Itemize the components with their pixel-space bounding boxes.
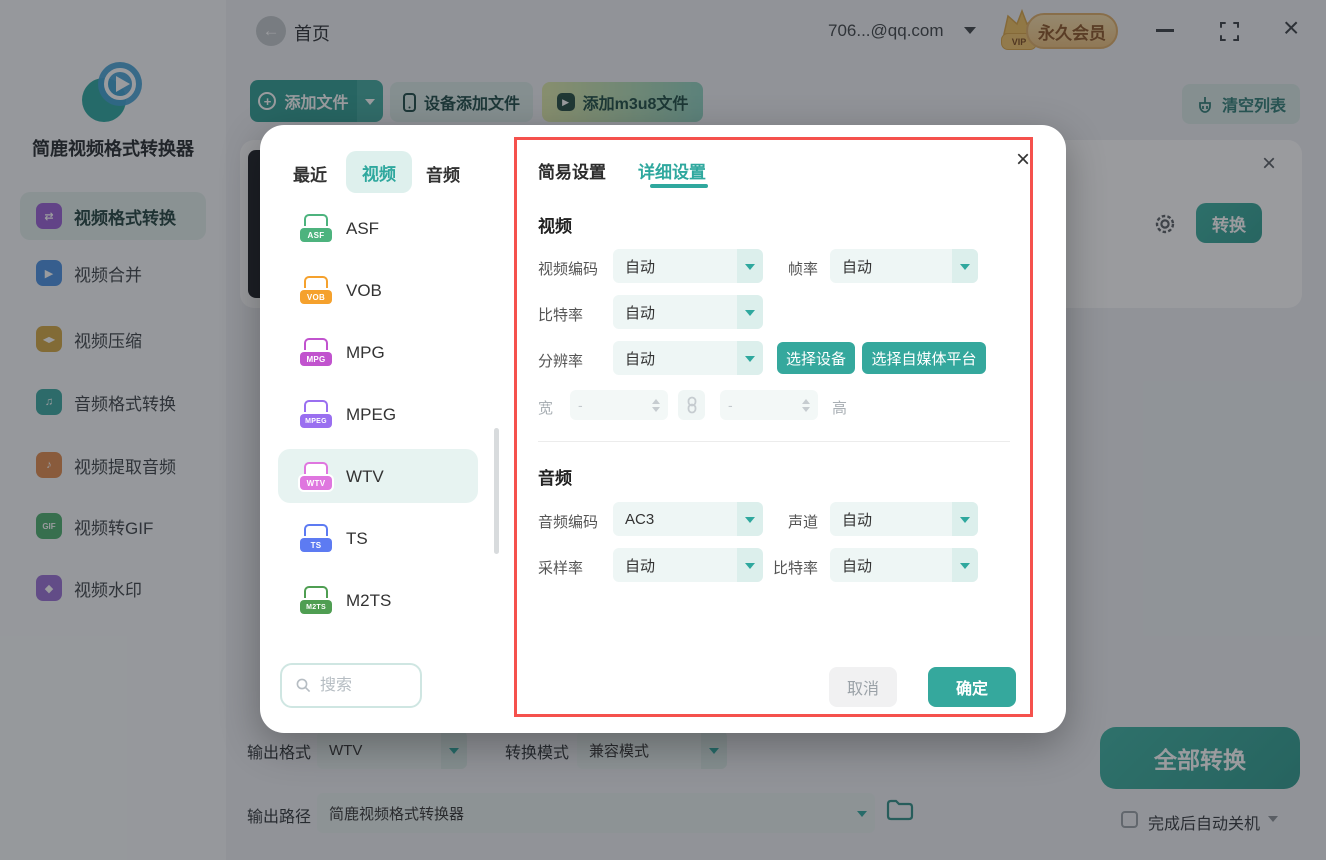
audio-bitrate-value: 自动 bbox=[842, 557, 873, 575]
cancel-button[interactable]: 取消 bbox=[829, 667, 897, 707]
wtv-format-icon: WTV bbox=[300, 462, 332, 490]
chevron-down-icon bbox=[952, 548, 978, 582]
search-input[interactable] bbox=[318, 675, 412, 696]
select-device-button[interactable]: 选择设备 bbox=[777, 342, 855, 374]
audio-encode-value: AC3 bbox=[625, 510, 655, 528]
height-stepper[interactable] bbox=[802, 395, 810, 416]
video-bitrate-label: 比特率 bbox=[538, 307, 584, 324]
format-row-mpeg[interactable]: MPEG bbox=[346, 405, 396, 425]
tab-video-label: 视频 bbox=[362, 164, 396, 184]
channel-label: 声道 bbox=[787, 514, 818, 531]
format-row-mpg[interactable]: MPG bbox=[346, 343, 385, 363]
mpg-format-icon: MPG bbox=[300, 338, 332, 366]
resolution-value: 自动 bbox=[625, 350, 656, 368]
m2ts-format-icon: M2TS bbox=[300, 586, 332, 614]
width-value: - bbox=[578, 397, 583, 413]
fps-value: 自动 bbox=[842, 258, 873, 276]
video-section-title: 视频 bbox=[538, 217, 572, 236]
resolution-label: 分辨率 bbox=[538, 353, 584, 370]
tab-detail-settings[interactable]: 详细设置 bbox=[638, 158, 706, 183]
vob-format-icon: VOB bbox=[300, 276, 332, 304]
audio-section-title: 音频 bbox=[538, 469, 572, 488]
sample-rate-select[interactable]: 自动 bbox=[613, 548, 763, 582]
chevron-down-icon bbox=[952, 502, 978, 536]
video-encode-value: 自动 bbox=[625, 258, 656, 276]
active-tab-underline bbox=[650, 184, 708, 188]
video-bitrate-select[interactable]: 自动 bbox=[613, 295, 763, 329]
audio-encode-label: 音频编码 bbox=[538, 514, 599, 531]
format-row-ts[interactable]: TS bbox=[346, 529, 368, 549]
video-encode-label: 视频编码 bbox=[538, 261, 599, 278]
height-input[interactable]: - bbox=[720, 390, 818, 420]
app-window: 简鹿视频格式转换器 ⇄ 视频格式转换 ▶ 视频合并 ◀▶ 视频压缩 ♫ 音频格式… bbox=[0, 0, 1326, 860]
fps-select[interactable]: 自动 bbox=[830, 249, 978, 283]
format-settings-modal bbox=[260, 125, 1066, 733]
chevron-down-icon bbox=[952, 249, 978, 283]
audio-bitrate-label: 比特率 bbox=[772, 560, 818, 577]
sample-rate-label: 采样率 bbox=[538, 560, 584, 577]
channel-value: 自动 bbox=[842, 511, 873, 529]
width-label: 宽 bbox=[538, 400, 554, 417]
height-label: 高 bbox=[832, 400, 848, 417]
section-divider bbox=[538, 441, 1010, 442]
search-icon bbox=[296, 678, 311, 693]
close-settings-icon[interactable]: × bbox=[1016, 148, 1030, 172]
format-search-box bbox=[280, 663, 422, 708]
resolution-select[interactable]: 自动 bbox=[613, 341, 763, 375]
audio-bitrate-select[interactable]: 自动 bbox=[830, 548, 978, 582]
chevron-down-icon bbox=[737, 341, 763, 375]
video-encode-select[interactable]: 自动 bbox=[613, 249, 763, 283]
format-row-vob[interactable]: VOB bbox=[346, 281, 382, 301]
width-input[interactable]: - bbox=[570, 390, 668, 420]
link-dimensions-icon[interactable] bbox=[678, 390, 705, 420]
width-stepper[interactable] bbox=[652, 395, 660, 416]
mpeg-format-icon: MPEG bbox=[300, 400, 332, 428]
tab-audio[interactable]: 音频 bbox=[426, 161, 460, 186]
format-list-scrollbar[interactable] bbox=[494, 428, 499, 554]
ts-format-icon: TS bbox=[300, 524, 332, 552]
format-row-wtv-selected[interactable]: WTV bbox=[346, 467, 384, 487]
audio-encode-select[interactable]: AC3 bbox=[613, 502, 763, 536]
chevron-down-icon bbox=[737, 295, 763, 329]
ok-button[interactable]: 确定 bbox=[928, 667, 1016, 707]
format-row-m2ts[interactable]: M2TS bbox=[346, 591, 391, 611]
format-row-asf[interactable]: ASF bbox=[346, 219, 379, 239]
select-media-platform-button[interactable]: 选择自媒体平台 bbox=[862, 342, 986, 374]
tab-simple-settings[interactable]: 简易设置 bbox=[538, 158, 606, 183]
video-bitrate-value: 自动 bbox=[625, 304, 656, 322]
channel-select[interactable]: 自动 bbox=[830, 502, 978, 536]
tab-video[interactable]: 视频 bbox=[346, 151, 412, 193]
sample-rate-value: 自动 bbox=[625, 557, 656, 575]
tab-recent[interactable]: 最近 bbox=[293, 161, 327, 186]
asf-format-icon: ASF bbox=[300, 214, 332, 242]
height-value: - bbox=[728, 397, 733, 413]
fps-label: 帧率 bbox=[787, 261, 818, 278]
